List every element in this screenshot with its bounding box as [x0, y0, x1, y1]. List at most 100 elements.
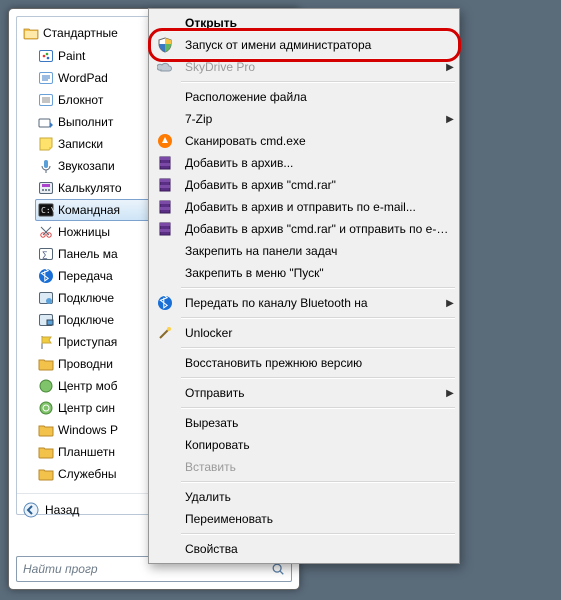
menu-item[interactable]: Добавить в архив "cmd.rar"	[151, 174, 457, 196]
bt-icon	[151, 292, 179, 314]
wand-icon	[151, 322, 179, 344]
tree-root-label: Стандартные	[43, 26, 118, 40]
tree-item-label: Панель ма	[58, 247, 118, 261]
menu-item-label: Закрепить на панели задач	[179, 244, 457, 258]
run-icon	[38, 114, 54, 130]
blank-icon	[151, 12, 179, 34]
menu-item[interactable]: Расположение файла	[151, 86, 457, 108]
tree-item-label: Проводни	[58, 357, 113, 371]
menu-item-label: Добавить в архив...	[179, 156, 457, 170]
blank-icon	[151, 486, 179, 508]
menu-item-label: 7-Zip	[179, 112, 443, 126]
submenu-arrow-icon: ▶	[443, 298, 457, 309]
flag-icon	[38, 334, 54, 350]
calc-icon	[38, 180, 54, 196]
bt-icon	[38, 268, 54, 284]
menu-item-label: Сканировать cmd.exe	[179, 134, 457, 148]
menu-item: SkyDrive Pro▶	[151, 56, 457, 78]
menu-item-label: Удалить	[179, 490, 457, 504]
notepad-icon	[38, 92, 54, 108]
menu-separator	[181, 347, 455, 349]
menu-item-label: Открыть	[179, 16, 457, 30]
explorer-icon	[38, 356, 54, 372]
tree-item-label: Передача	[58, 269, 113, 283]
paint-icon	[38, 48, 54, 64]
tree-item-label: Планшетн	[58, 445, 115, 459]
tree-item-label: Центр син	[58, 401, 115, 415]
wordpad-icon	[38, 70, 54, 86]
tree-item-label: WordPad	[58, 71, 108, 85]
menu-item[interactable]: Копировать	[151, 434, 457, 456]
menu-separator	[181, 377, 455, 379]
menu-item[interactable]: Запуск от имени администратора	[151, 34, 457, 56]
tree-item-label: Калькулято	[58, 181, 122, 195]
tree-item-label: Блокнот	[58, 93, 103, 107]
svg-text:∑: ∑	[42, 250, 48, 259]
menu-item-label: Копировать	[179, 438, 457, 452]
soundrec-icon	[38, 158, 54, 174]
menu-item-label: Добавить в архив "cmd.rar"	[179, 178, 457, 192]
submenu-arrow-icon: ▶	[443, 388, 457, 399]
menu-item-label: Запуск от имени администратора	[179, 38, 457, 52]
math-icon: ∑	[38, 246, 54, 262]
blank-icon	[151, 262, 179, 284]
menu-item[interactable]: Вырезать	[151, 412, 457, 434]
menu-separator	[181, 533, 455, 535]
blank-icon	[151, 412, 179, 434]
menu-item[interactable]: Восстановить прежнюю версию	[151, 352, 457, 374]
menu-item-label: Добавить в архив и отправить по e-mail..…	[179, 200, 457, 214]
snip-icon	[38, 224, 54, 240]
sync-icon	[38, 400, 54, 416]
shield-icon	[151, 34, 179, 56]
blank-icon	[151, 86, 179, 108]
rar-icon	[151, 218, 179, 240]
menu-item[interactable]: Добавить в архив и отправить по e-mail..…	[151, 196, 457, 218]
folder-icon	[38, 466, 54, 482]
menu-item-label: Добавить в архив "cmd.rar" и отправить п…	[179, 222, 457, 236]
rar-icon	[151, 196, 179, 218]
menu-item-label: Восстановить прежнюю версию	[179, 356, 457, 370]
menu-item[interactable]: Свойства	[151, 538, 457, 560]
back-icon	[23, 502, 39, 518]
sticky-icon	[38, 136, 54, 152]
tree-item-label: Центр моб	[58, 379, 117, 393]
tree-item-label: Выполнит	[58, 115, 113, 129]
tree-item-label: Звукозапи	[58, 159, 115, 173]
menu-separator	[181, 481, 455, 483]
search-icon	[271, 562, 285, 576]
blank-icon	[151, 240, 179, 262]
menu-item[interactable]: Переименовать	[151, 508, 457, 530]
menu-item-label: Закрепить в меню "Пуск"	[179, 266, 457, 280]
back-label: Назад	[45, 503, 79, 517]
blank-icon	[151, 538, 179, 560]
menu-separator	[181, 287, 455, 289]
svg-text:C:\: C:\	[41, 206, 54, 215]
context-menu: Открыть Запуск от имени администратора Sky…	[148, 8, 460, 564]
submenu-arrow-icon: ▶	[443, 114, 457, 125]
tree-item-label: Служебны	[58, 467, 117, 481]
menu-item[interactable]: Добавить в архив...	[151, 152, 457, 174]
menu-item[interactable]: Отправить▶	[151, 382, 457, 404]
menu-item-label: SkyDrive Pro	[179, 60, 443, 74]
menu-item[interactable]: Удалить	[151, 486, 457, 508]
menu-item[interactable]: Открыть	[151, 12, 457, 34]
tree-item-label: Записки	[58, 137, 103, 151]
tree-item-label: Windows P	[58, 423, 118, 437]
menu-item[interactable]: Закрепить в меню "Пуск"	[151, 262, 457, 284]
blank-icon	[151, 508, 179, 530]
blank-icon	[151, 352, 179, 374]
menu-item[interactable]: Добавить в архив "cmd.rar" и отправить п…	[151, 218, 457, 240]
menu-item[interactable]: Передать по каналу Bluetooth на▶	[151, 292, 457, 314]
folder-icon	[38, 422, 54, 438]
tree-item-label: Подключе	[58, 291, 114, 305]
menu-item[interactable]: 7-Zip▶	[151, 108, 457, 130]
proj-icon	[38, 312, 54, 328]
tree-item-label: Ножницы	[58, 225, 110, 239]
search-placeholder: Найти прогр	[23, 562, 98, 576]
menu-item[interactable]: Unlocker	[151, 322, 457, 344]
menu-item-label: Свойства	[179, 542, 457, 556]
menu-separator	[181, 81, 455, 83]
menu-item[interactable]: Сканировать cmd.exe	[151, 130, 457, 152]
rar-icon	[151, 152, 179, 174]
menu-item[interactable]: Закрепить на панели задач	[151, 240, 457, 262]
